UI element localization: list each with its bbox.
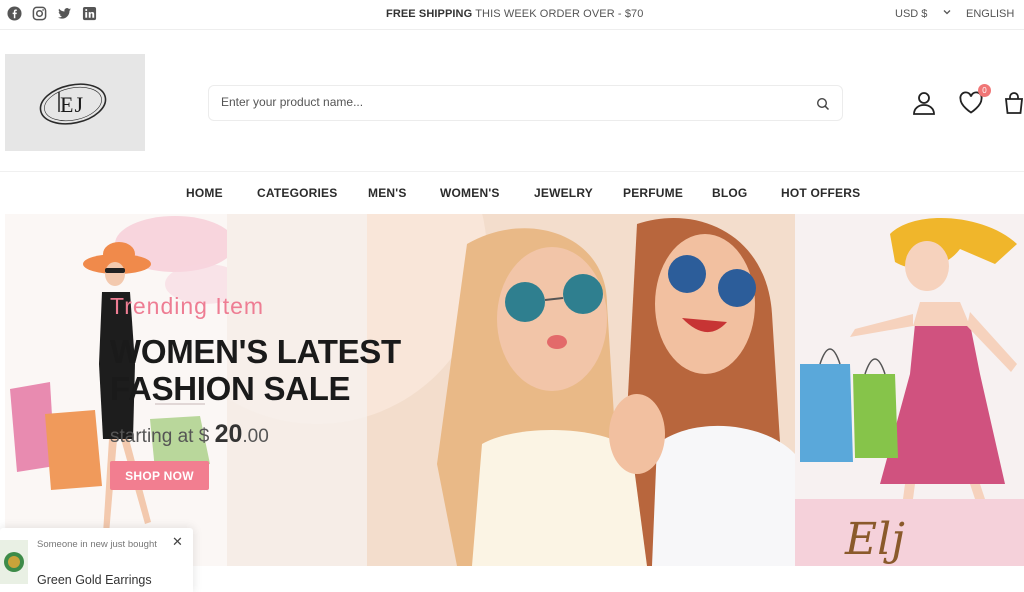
instagram-icon[interactable] (31, 5, 48, 22)
language-selector[interactable]: ENGLISH (966, 8, 1014, 20)
top-bar: FREE SHIPPING THIS WEEK ORDER OVER - $70… (0, 0, 1024, 30)
close-icon[interactable]: ✕ (172, 534, 183, 550)
search-bar (208, 85, 843, 121)
banner-headline-line2: FASHION SALE (110, 370, 351, 407)
social-links (6, 5, 98, 22)
nav-item-categories[interactable]: CATEGORIES (257, 186, 337, 200)
shop-now-button[interactable]: SHOP NOW (110, 461, 209, 490)
user-icon[interactable] (910, 89, 938, 117)
search-icon[interactable] (814, 95, 832, 113)
banner-headline: WOMEN'S LATEST FASHION SALE (110, 333, 401, 407)
nav-item-womens[interactable]: WOMEN'S (440, 186, 500, 200)
search-input[interactable] (221, 95, 781, 109)
currency-selector[interactable]: USD $ (895, 8, 927, 20)
purchase-notification: Someone in new just bought Green Gold Ea… (0, 528, 193, 592)
nav-item-blog[interactable]: BLOG (712, 186, 747, 200)
banner-subtitle: Trending Item (110, 293, 265, 319)
nav-item-hot-offers[interactable]: HOT OFFERS (781, 186, 860, 200)
facebook-icon[interactable] (6, 5, 23, 22)
notification-product[interactable]: Green Gold Earrings (37, 573, 152, 587)
shipping-notice: FREE SHIPPING THIS WEEK ORDER OVER - $70 (386, 8, 643, 20)
nav-item-home[interactable]: HOME (186, 186, 223, 200)
shipping-notice-rest: THIS WEEK ORDER OVER - $70 (472, 8, 644, 20)
banner-watermark: Elj (844, 514, 905, 565)
main-nav: HOME CATEGORIES MEN'S WOMEN'S JEWELRY PE… (0, 186, 1024, 202)
nav-divider (0, 171, 1024, 172)
logo-mark: EJ (39, 82, 107, 125)
nav-item-jewelry[interactable]: JEWELRY (534, 186, 593, 200)
banner-price: starting at $ 20.00 (110, 420, 269, 449)
chevron-down-icon[interactable] (942, 7, 952, 20)
fashion-illustration-right: Elj (795, 214, 1024, 566)
banner-price-value: 20 (214, 420, 243, 448)
shipping-notice-strong: FREE SHIPPING (386, 8, 473, 20)
wishlist-count-badge: 0 (978, 84, 991, 97)
nav-item-mens[interactable]: MEN'S (368, 186, 407, 200)
banner-price-label: starting at $ (110, 426, 215, 447)
cart-icon[interactable] (1000, 89, 1024, 117)
banner-price-cents: .00 (242, 426, 269, 447)
banner-headline-line1: WOMEN'S LATEST (110, 333, 401, 370)
twitter-icon[interactable] (56, 5, 73, 22)
logo[interactable]: EJ (5, 54, 145, 151)
logo-text: EJ (60, 92, 84, 117)
notification-text: Someone in new just bought (37, 539, 157, 550)
linkedin-icon[interactable] (81, 5, 98, 22)
banner-right-panel: Elj (795, 214, 1024, 566)
nav-item-perfume[interactable]: PERFUME (623, 186, 683, 200)
product-thumbnail[interactable] (0, 540, 28, 584)
